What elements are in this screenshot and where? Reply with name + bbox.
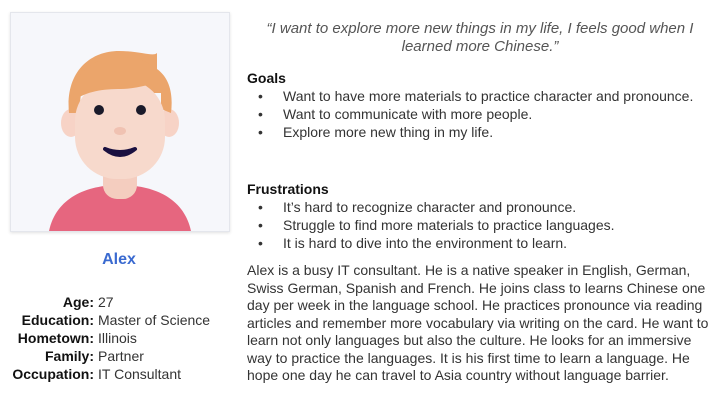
list-item: Explore more new thing in my life. xyxy=(258,123,693,141)
detail-label: Hometown: xyxy=(17,330,94,346)
detail-family: Family: Partner xyxy=(0,347,240,365)
detail-label: Age: xyxy=(62,294,94,310)
goals-list: Want to have more materials to practice … xyxy=(258,87,693,141)
persona-quote: “I want to explore more new things in my… xyxy=(266,20,694,55)
avatar-nose xyxy=(114,127,126,135)
persona-bio: Alex is a busy IT consultant. He is a na… xyxy=(247,262,709,383)
detail-value: Illinois xyxy=(98,330,137,346)
detail-education: Education: Master of Science xyxy=(0,311,240,329)
persona-name: Alex xyxy=(102,251,136,268)
list-item: It’s hard to recognize character and pro… xyxy=(258,198,615,216)
detail-label: Occupation: xyxy=(12,366,94,382)
persona-details: Age: 27 Education: Master of Science Hom… xyxy=(0,293,240,383)
frustrations-list: It’s hard to recognize character and pro… xyxy=(258,198,615,252)
avatar xyxy=(49,51,191,231)
detail-label: Family: xyxy=(44,348,94,364)
detail-label: Education: xyxy=(21,312,94,328)
frustrations-heading: Frustrations xyxy=(247,181,329,197)
avatar-card xyxy=(10,12,230,232)
avatar-eye-right xyxy=(136,105,146,115)
list-item: Want to have more materials to practice … xyxy=(258,87,693,105)
list-item: Struggle to find more materials to pract… xyxy=(258,216,615,234)
detail-value: IT Consultant xyxy=(98,366,182,382)
list-item: It is hard to dive into the environment … xyxy=(258,234,615,252)
detail-occupation: Occupation: IT Consultant xyxy=(0,365,240,383)
detail-value: Partner xyxy=(98,348,144,364)
detail-value: Master of Science xyxy=(98,312,211,328)
avatar-eye-left xyxy=(94,105,104,115)
detail-value: 27 xyxy=(98,294,114,310)
list-item: Want to communicate with more people. xyxy=(258,105,693,123)
detail-hometown: Hometown: Illinois xyxy=(0,329,240,347)
detail-age: Age: 27 xyxy=(0,293,240,311)
goals-heading: Goals xyxy=(247,70,286,86)
